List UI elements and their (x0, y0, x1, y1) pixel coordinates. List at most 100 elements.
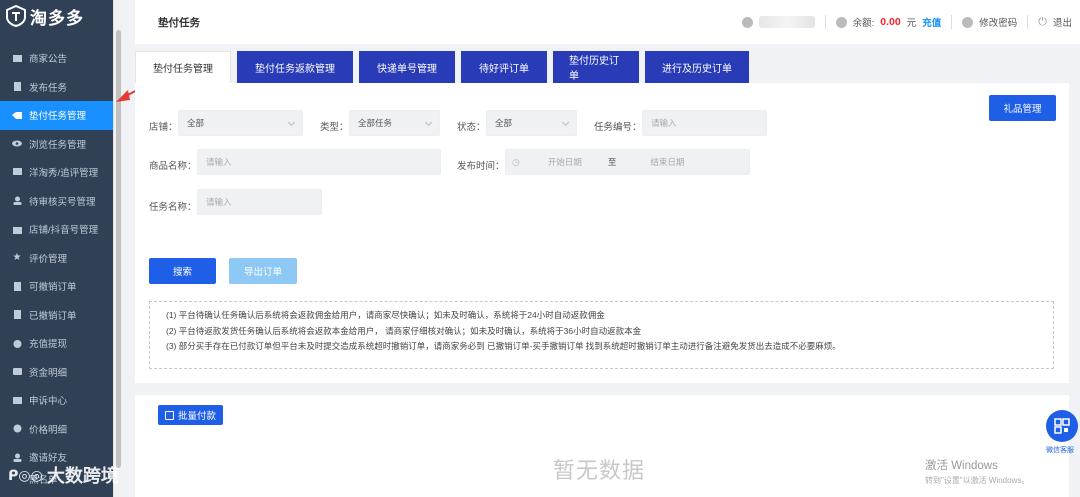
sidebar-item-funds[interactable]: 资金明细 (0, 358, 113, 387)
invite-icon (12, 452, 22, 462)
change-password-link[interactable]: 修改密码 (979, 15, 1017, 29)
sidebar: 淘多多 商家公告 发布任务 垫付任务管理 浏览任务管理 洋淘秀/追评管理 待审核… (0, 0, 113, 497)
eye-icon (12, 139, 22, 149)
user-icon (12, 196, 22, 206)
sidebar-item-label: 商家公告 (29, 54, 68, 66)
sidebar-item-browse-task[interactable]: 浏览任务管理 (0, 130, 113, 159)
tab-ongoing-history[interactable]: 进行及历史订单 (645, 51, 749, 83)
status-label: 状态： (457, 122, 486, 133)
wechat-support-button[interactable]: 微信客服 (1045, 410, 1079, 454)
shield-logo-icon (6, 5, 26, 27)
sidebar-item-notice[interactable]: 商家公告 (0, 44, 113, 73)
type-label: 类型： (320, 122, 349, 133)
page-title: 垫付任务 (158, 16, 200, 29)
windows-activation-title: 激活 Windows (925, 460, 998, 472)
divider (1027, 15, 1029, 29)
user-avatar-icon (741, 16, 753, 28)
order-icon (12, 281, 22, 291)
status-select[interactable]: 全部 (486, 110, 577, 136)
task-name-label: 任务名称： (149, 202, 197, 213)
sidebar-item-shop[interactable]: 店铺/抖音号管理 (0, 215, 113, 244)
type-select[interactable]: 全部任务 (349, 110, 440, 136)
status-select-value: 全部 (495, 118, 513, 128)
tab-advance-task-management[interactable]: 垫付任务管理 (135, 51, 231, 83)
start-date-input[interactable]: 开始日期 (548, 156, 582, 168)
product-name-input[interactable]: 请输入 (197, 149, 441, 175)
money-bag-icon (12, 338, 22, 348)
logout-link[interactable]: 退出 (1053, 15, 1072, 29)
sidebar-item-revocable[interactable]: 可撤销订单 (0, 272, 113, 301)
wechat-support-label: 微信客服 (1046, 447, 1074, 454)
watermark-logo-icon: ᑭ◎◎ (8, 466, 43, 483)
sidebar-item-label: 店铺/抖音号管理 (29, 225, 99, 237)
product-name-label: 商品名称： (149, 161, 197, 172)
chevron-down-icon (287, 118, 296, 127)
notice-icon (12, 53, 22, 63)
batch-pay-icon (165, 410, 174, 420)
sidebar-item-label: 资金明细 (29, 367, 68, 379)
recharge-link[interactable]: 充值 (922, 15, 941, 29)
notice-line-3: (3) 部分买手存在已付款订单但平台未及时提交造成系统超时撤销订单，请商家务必到… (166, 341, 841, 351)
sidebar-item-label: 申诉中心 (29, 396, 68, 408)
task-number-label: 任务编号： (594, 122, 642, 133)
comment-icon (12, 167, 22, 177)
watermark: ᑭ◎◎ 大数跨境 (8, 462, 119, 488)
shop-select-value: 全部 (187, 118, 205, 128)
username-blurred (758, 16, 815, 28)
gift-management-button[interactable]: 礼品管理 (989, 95, 1056, 121)
sidebar-item-label: 发布任务 (29, 82, 68, 94)
chevron-down-icon (424, 118, 433, 127)
notice-line-1: (1) 平台待确认任务确认后系统将会返款佣金给用户，请商家尽快确认；如未及时确认… (166, 310, 605, 320)
task-number-input[interactable]: 请输入 (642, 110, 767, 136)
brand-logo: 淘多多 (0, 0, 113, 32)
top-header: 垫付任务 余额: 0.00 元 充值 修改密码 ⏻ 退出 (135, 0, 1080, 44)
sidebar-item-label: 价格明细 (29, 424, 68, 436)
sidebar-item-revoked[interactable]: 已撤销订单 (0, 301, 113, 330)
appeal-icon (12, 395, 22, 405)
sidebar-item-buyer-review[interactable]: 待审核买号管理 (0, 187, 113, 216)
sidebar-item-label: 待审核买号管理 (29, 196, 96, 208)
tab-pending-review[interactable]: 待好评订单 (461, 51, 547, 83)
power-icon: ⏻ (1038, 15, 1047, 28)
task-name-input[interactable]: 请输入 (197, 189, 322, 215)
orders-panel: 批量付款 暂无数据 激活 Windows 转到"设置"以激活 Windows。 (135, 395, 1069, 497)
star-icon: ★ (12, 252, 22, 264)
end-date-input[interactable]: 结束日期 (650, 156, 684, 168)
clock-icon: ◷ (512, 156, 520, 167)
chevron-down-icon (561, 118, 570, 127)
windows-activation-subtitle: 转到"设置"以激活 Windows。 (925, 476, 1030, 485)
date-range-picker[interactable]: ◷ 开始日期 至 结束日期 (505, 149, 750, 175)
sidebar-item-appeal[interactable]: 申诉中心 (0, 386, 113, 415)
sidebar-item-price[interactable]: 价格明细 (0, 415, 113, 444)
sidebar-item-publish[interactable]: 发布任务 (0, 73, 113, 102)
publish-icon (12, 82, 22, 92)
batch-pay-button[interactable]: 批量付款 (158, 405, 224, 425)
sidebar-item-advance-task[interactable]: 垫付任务管理 (0, 101, 113, 130)
shop-select[interactable]: 全部 (178, 110, 303, 136)
sidebar-item-label: 可撤销订单 (29, 282, 77, 294)
sidebar-item-label: 充值提现 (29, 339, 68, 351)
sidebar-item-comment[interactable]: 洋淘秀/追评管理 (0, 158, 113, 187)
sidebar-item-label: 浏览任务管理 (29, 139, 87, 151)
task-icon (12, 110, 22, 120)
yen-icon (835, 16, 847, 28)
shop-label: 店铺： (149, 122, 178, 133)
search-button[interactable]: 搜索 (149, 258, 216, 284)
divider (824, 15, 826, 29)
empty-state: 暂无数据 (553, 458, 646, 483)
sidebar-item-review[interactable]: ★ 评价管理 (0, 244, 113, 273)
sidebar-item-recharge[interactable]: 充值提现 (0, 329, 113, 358)
tab-express-number[interactable]: 快递单号管理 (359, 51, 455, 83)
batch-pay-label: 批量付款 (178, 411, 217, 422)
sidebar-item-label: 评价管理 (29, 253, 68, 265)
shop-icon (12, 224, 22, 234)
balance-unit: 元 (906, 18, 917, 29)
cancel-icon (12, 310, 22, 320)
filter-panel: 礼品管理 店铺： 全部 类型： 全部任务 状态： 全部 任务编号： 请输入 商品… (135, 83, 1069, 383)
tab-refund-management[interactable]: 垫付任务返款管理 (237, 51, 353, 83)
watermark-text: 大数跨境 (46, 466, 119, 486)
tab-advance-history[interactable]: 垫付历史订单 (553, 51, 639, 83)
export-orders-button[interactable]: 导出订单 (229, 258, 297, 284)
notice-line-2: (2) 平台待返款发货任务确认后系统将会返款本金给用户， 请商家仔细核对确认；如… (166, 325, 642, 336)
date-separator: 至 (607, 157, 617, 167)
